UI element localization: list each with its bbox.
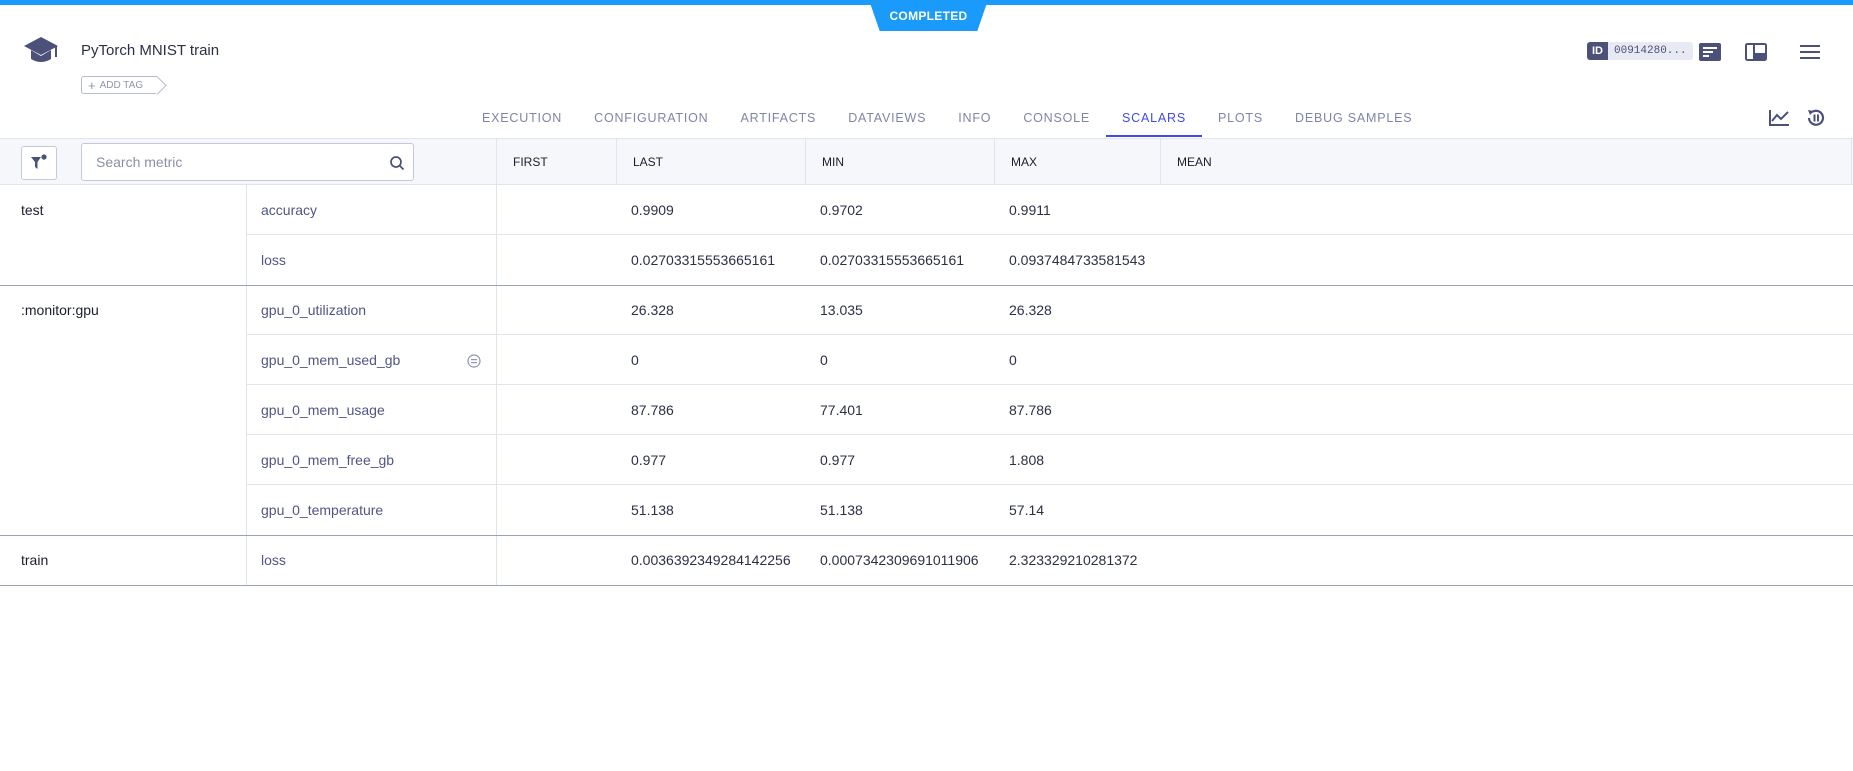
status-badge: COMPLETED <box>869 0 988 31</box>
table-row: gpu_0_temperature 51.138 51.138 57.14 <box>0 485 1853 535</box>
last-value: 0.02703315553665161 <box>631 252 776 268</box>
metric-group-name: :monitor:gpu <box>21 302 99 318</box>
add-tag-label: ADD TAG <box>99 79 144 91</box>
min-value: 0.977 <box>820 452 856 468</box>
metric-name[interactable]: gpu_0_mem_usage <box>261 402 385 418</box>
min-value: 0 <box>820 352 828 368</box>
last-value: 87.786 <box>631 402 674 418</box>
tab-execution[interactable]: EXECUTION <box>466 103 578 137</box>
search-input[interactable] <box>96 154 376 170</box>
metric-name[interactable]: loss <box>261 252 286 268</box>
filter-icon <box>31 154 47 169</box>
last-value: 0.977 <box>631 452 667 468</box>
tab-plots[interactable]: PLOTS <box>1202 103 1279 137</box>
table-header: FIRST LAST MIN MAX MEAN <box>0 138 1853 185</box>
max-value: 87.786 <box>1009 402 1052 418</box>
min-value: 13.035 <box>820 302 863 318</box>
table-row: :monitor:gpu gpu_0_utilization 26.328 13… <box>0 285 1853 335</box>
chart-view-icon[interactable] <box>1766 106 1792 130</box>
metric-name[interactable]: gpu_0_utilization <box>261 302 366 318</box>
id-value: 00914280... <box>1614 45 1687 57</box>
search-icon[interactable] <box>389 155 405 171</box>
menu-icon[interactable] <box>1798 40 1822 64</box>
min-value: 51.138 <box>820 502 863 518</box>
last-value: 0.9909 <box>631 202 674 218</box>
tab-debug-samples[interactable]: DEBUG SAMPLES <box>1279 103 1428 137</box>
table-row: test accuracy 0.9909 0.9702 0.9911 <box>0 185 1853 235</box>
graduation-cap-icon <box>22 34 60 68</box>
id-label: ID <box>1587 42 1608 60</box>
column-header-min[interactable]: MIN <box>805 139 994 184</box>
table-row: loss 0.02703315553665161 0.0270331555366… <box>0 235 1853 285</box>
min-value: 0.02703315553665161 <box>820 252 965 268</box>
max-value: 1.808 <box>1009 452 1045 468</box>
metric-group-name: train <box>21 552 49 568</box>
table-row: train loss 0.0036392349284142256 0.00073… <box>0 535 1853 585</box>
tab-scalars[interactable]: SCALARS <box>1106 103 1203 137</box>
refresh-pause-icon[interactable] <box>1803 106 1829 130</box>
table-row: gpu_0_mem_usage 87.786 77.401 87.786 <box>0 385 1853 435</box>
last-value: 51.138 <box>631 502 674 518</box>
column-header-max[interactable]: MAX <box>994 139 1160 184</box>
metric-group-name: test <box>21 202 44 218</box>
tab-artifacts[interactable]: ARTIFACTS <box>724 103 832 137</box>
task-title: PyTorch MNIST train <box>81 42 220 59</box>
tab-bar: EXECUTION CONFIGURATION ARTIFACTS DATAVI… <box>466 103 1428 137</box>
group-divider <box>0 585 1853 586</box>
last-value: 26.328 <box>631 302 674 318</box>
last-value: 0 <box>631 352 639 368</box>
last-value: 0.0036392349284142256 <box>631 552 791 568</box>
search-metric-field[interactable] <box>81 143 414 181</box>
tab-dataviews[interactable]: DATAVIEWS <box>832 103 942 137</box>
min-value: 0.9702 <box>820 202 863 218</box>
add-tag-button[interactable]: + ADD TAG <box>81 76 158 94</box>
column-header-last[interactable]: LAST <box>616 139 805 184</box>
max-value: 2.323329210281372 <box>1009 552 1138 568</box>
table-row: gpu_0_mem_free_gb 0.977 0.977 1.808 <box>0 435 1853 485</box>
tab-console[interactable]: CONSOLE <box>1007 103 1106 137</box>
max-value: 0.9911 <box>1009 202 1051 218</box>
metric-filter-button[interactable] <box>21 146 57 180</box>
metric-name[interactable]: gpu_0_mem_free_gb <box>261 452 394 468</box>
column-header-first[interactable]: FIRST <box>496 139 616 184</box>
metric-name[interactable]: accuracy <box>261 202 317 218</box>
metric-name[interactable]: gpu_0_mem_used_gb <box>261 352 400 368</box>
table-row: gpu_0_mem_used_gb 0 0 0 <box>0 335 1853 385</box>
column-header-mean[interactable]: MEAN <box>1160 139 1852 184</box>
metric-name[interactable]: gpu_0_temperature <box>261 502 383 518</box>
min-value: 0.0007342309691011906 <box>820 552 979 568</box>
task-id-badge[interactable]: ID 00914280... <box>1587 42 1693 60</box>
max-value: 26.328 <box>1009 302 1052 318</box>
layout-icon[interactable] <box>1744 40 1768 64</box>
info-panel-icon[interactable] <box>1698 40 1722 64</box>
metric-name[interactable]: loss <box>261 552 286 568</box>
max-value: 0 <box>1009 352 1017 368</box>
tab-info[interactable]: INFO <box>942 103 1007 137</box>
min-value: 77.401 <box>820 402 863 418</box>
plus-icon: + <box>88 77 96 93</box>
hidden-metric-icon[interactable] <box>467 354 481 368</box>
max-value: 0.0937484733581543 <box>1009 252 1146 268</box>
max-value: 57.14 <box>1009 502 1045 518</box>
tab-configuration[interactable]: CONFIGURATION <box>578 103 724 137</box>
